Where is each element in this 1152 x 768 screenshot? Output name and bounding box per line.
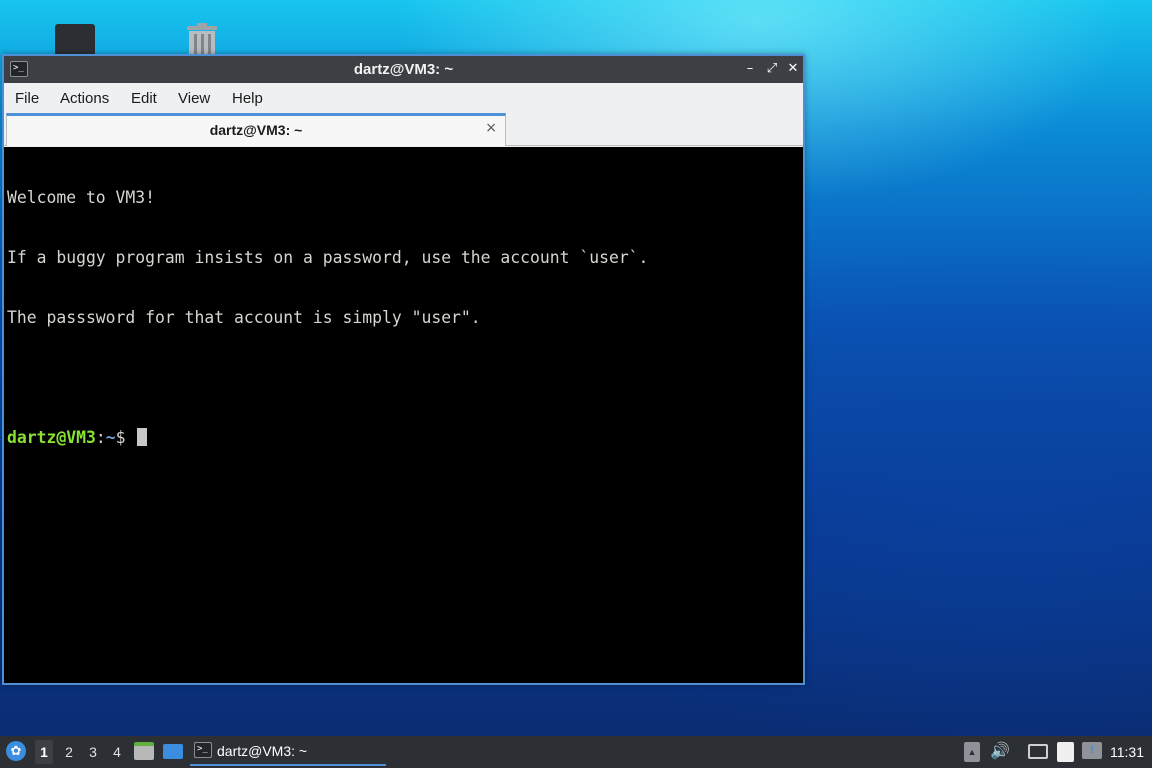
maximize-button[interactable]: ⤢ [763, 60, 781, 78]
terminal-prompt-line: dartz@VM3:~$ [7, 428, 803, 448]
window-title: dartz@VM3: ~ [353, 61, 454, 78]
show-desktop-icon[interactable] [163, 744, 183, 759]
prompt-sign: $ [115, 428, 136, 447]
menu-help[interactable]: Help [232, 90, 263, 107]
terminal-line: The passsword for that account is simply… [7, 308, 481, 327]
menu-view[interactable]: View [178, 90, 210, 107]
trash-icon[interactable] [184, 22, 220, 56]
window-titlebar[interactable]: >_ dartz@VM3: ~ – ⤢ ✕ [4, 56, 803, 83]
minimize-button[interactable]: – [741, 60, 759, 78]
terminal-task-icon: >_ [194, 742, 212, 758]
tray-expand-icon[interactable]: ▲ [964, 742, 980, 762]
volume-icon[interactable]: 🔊 [990, 741, 1010, 761]
file-manager-icon[interactable] [134, 742, 154, 760]
prompt-path: ~ [105, 428, 116, 447]
clock[interactable]: 11:31 [1110, 744, 1144, 760]
desktop-1-button[interactable]: 1 [35, 740, 53, 764]
clipboard-icon[interactable] [1057, 742, 1074, 762]
menu-file[interactable]: File [15, 90, 39, 107]
prompt-user-host: dartz@VM3 [7, 428, 96, 447]
taskbar: ✿ 1 2 3 4 >_ dartz@VM3: ~ ▲ 🔊 ! 11:31 [0, 736, 1152, 768]
menu-actions[interactable]: Actions [60, 90, 109, 107]
terminal-window: >_ dartz@VM3: ~ – ⤢ ✕ File Actions Edit … [2, 54, 805, 685]
prompt-colon: : [95, 428, 106, 447]
terminal-line: Welcome to VM3! [7, 188, 156, 207]
desktop-2-button[interactable]: 2 [61, 744, 77, 760]
desktop-3-button[interactable]: 3 [85, 744, 101, 760]
menu-bar: File Actions Edit View Help [4, 83, 803, 113]
menu-edit[interactable]: Edit [131, 90, 157, 107]
start-menu-icon[interactable]: ✿ [6, 741, 26, 761]
close-button[interactable]: ✕ [784, 60, 802, 78]
taskbar-window-button[interactable]: >_ dartz@VM3: ~ [190, 738, 386, 766]
terminal-output[interactable]: Welcome to VM3! If a buggy program insis… [4, 147, 803, 683]
terminal-cursor [137, 428, 148, 446]
tab-bar: dartz@VM3: ~ × [4, 113, 803, 146]
notification-icon[interactable]: ! [1082, 742, 1102, 759]
tab-close-icon[interactable]: × [485, 120, 497, 136]
taskbar-window-label: dartz@VM3: ~ [217, 743, 308, 759]
desktop-folder-icon[interactable] [55, 24, 95, 56]
terminal-line: If a buggy program insists on a password… [7, 248, 649, 267]
desktop-4-button[interactable]: 4 [109, 744, 125, 760]
tab-title: dartz@VM3: ~ [209, 122, 303, 138]
network-icon[interactable] [1028, 744, 1048, 759]
tab-terminal[interactable]: dartz@VM3: ~ × [6, 113, 506, 146]
